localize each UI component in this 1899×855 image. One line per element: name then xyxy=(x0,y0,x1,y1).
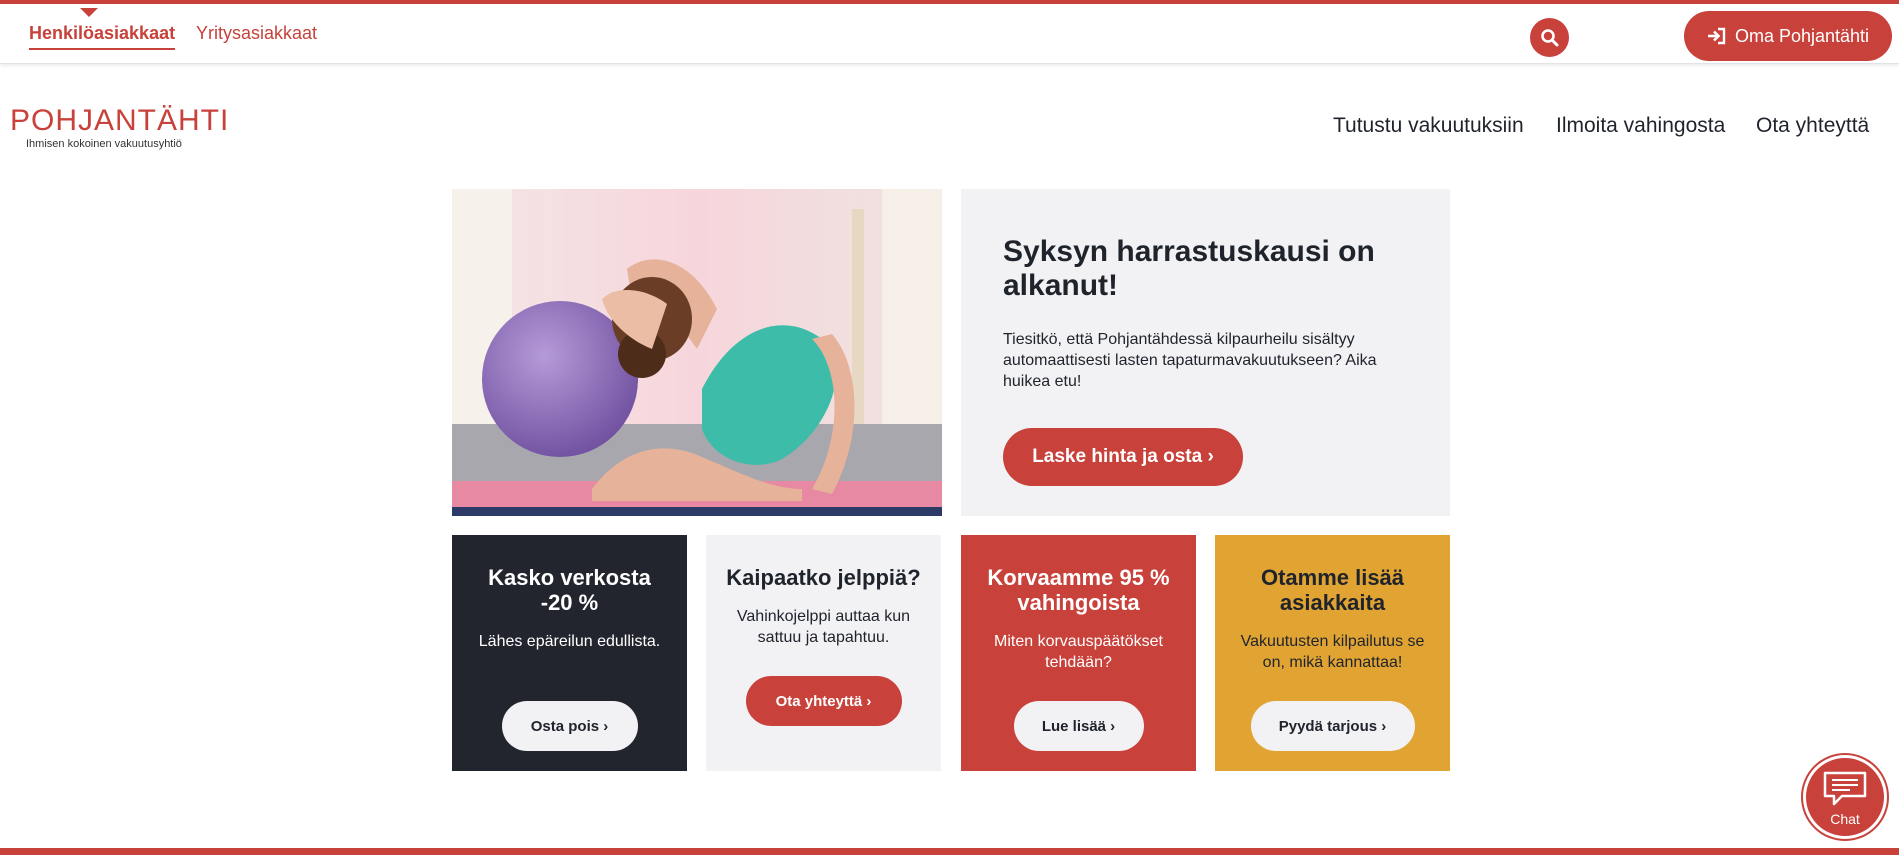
logo-wordmark: POHJANTÄHTI xyxy=(10,104,230,137)
top-bar: Henkilöasiakkaat Yritysasiakkaat Oma Poh… xyxy=(0,4,1899,64)
topnav-yritysasiakkaat[interactable]: Yritysasiakkaat xyxy=(196,23,317,44)
pohjantahti-logo[interactable]: POHJANTÄHTI Ihmisen kokoinen vakuutusyht… xyxy=(10,104,230,151)
tile-korvaamme-title: Korvaamme 95 % vahingoista xyxy=(987,565,1170,615)
osta-pois-button[interactable]: Osta pois › xyxy=(501,701,638,751)
lue-lisaa-button[interactable]: Lue lisää › xyxy=(1013,701,1144,751)
search-icon xyxy=(1540,28,1558,46)
tile-kasko-text: Lähes epäreilun edullista. xyxy=(478,633,661,650)
tile-korvaamme-text: Miten korvauspäätökset tehdään? xyxy=(994,633,1163,671)
tile-jelppi: Kaipaatko jelppiä? Vahinkojelppi auttaa … xyxy=(706,535,941,771)
laske-hinta-button[interactable]: Laske hinta ja osta › xyxy=(1003,428,1243,486)
search-button[interactable] xyxy=(1530,18,1569,57)
chat-button[interactable]: Chat xyxy=(1803,755,1887,839)
ota-yhteytta-button[interactable]: Ota yhteyttä › xyxy=(745,676,902,726)
nav-ota-yhteytta[interactable]: Ota yhteyttä xyxy=(1756,114,1869,138)
chat-icon xyxy=(1823,771,1867,806)
bottom-accent-strip xyxy=(0,848,1899,855)
logo-tagline: Ihmisen kokoinen vakuutusyhtiö xyxy=(26,138,182,150)
active-caret-icon xyxy=(80,8,98,17)
tile-jelppi-text: Vahinkojelppi auttaa kun sattuu ja tapah… xyxy=(736,608,911,646)
tile-otamme-title: Otamme lisää asiakkaita xyxy=(1260,565,1405,615)
hero-gymnast-image xyxy=(452,189,942,516)
hero-card: Syksyn harrastuskausi on alkanut! Tiesit… xyxy=(961,189,1450,516)
pyyda-tarjous-button[interactable]: Pyydä tarjous › xyxy=(1250,701,1415,751)
oma-pohjantahti-label: Oma Pohjantähti xyxy=(1734,25,1870,46)
hero-title: Syksyn harrastuskausi on alkanut! xyxy=(1003,235,1375,302)
chat-label: Chat xyxy=(1830,811,1860,827)
topnav-henkiloasiakkaat[interactable]: Henkilöasiakkaat xyxy=(29,23,176,50)
nav-ilmoita-vahingosta[interactable]: Ilmoita vahingosta xyxy=(1556,114,1725,138)
tile-otamme-text: Vakuutusten kilpailutus se on, mikä kann… xyxy=(1240,633,1425,671)
tile-kasko-title: Kasko verkosta -20 % xyxy=(488,565,651,615)
hero-text: Tiesitkö, että Pohjantähdessä kilpaurhei… xyxy=(1003,331,1377,390)
sign-in-icon xyxy=(1707,27,1726,45)
nav-tutustu-vakuutuksiin[interactable]: Tutustu vakuutuksiin xyxy=(1333,114,1524,138)
tile-korvaamme: Korvaamme 95 % vahingoista Miten korvaus… xyxy=(961,535,1196,771)
tile-jelppi-title: Kaipaatko jelppiä? xyxy=(726,565,921,590)
oma-pohjantahti-button[interactable]: Oma Pohjantähti xyxy=(1684,11,1892,61)
tile-kasko: Kasko verkosta -20 % Lähes epäreilun edu… xyxy=(452,535,687,771)
tile-otamme: Otamme lisää asiakkaita Vakuutusten kilp… xyxy=(1215,535,1450,771)
